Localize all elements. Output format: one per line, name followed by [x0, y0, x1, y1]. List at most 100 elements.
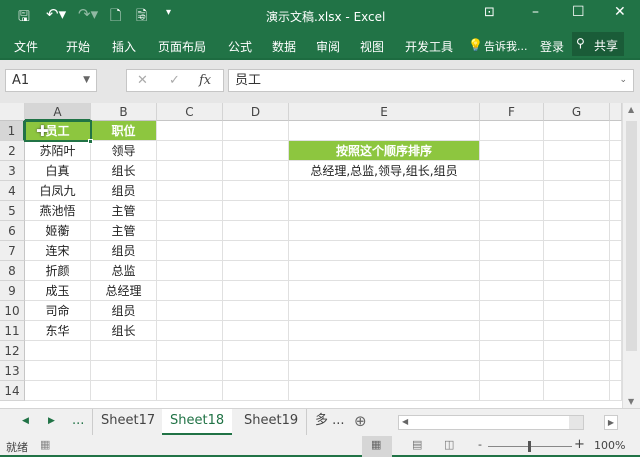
- cell[interactable]: [223, 201, 289, 221]
- maximize-icon[interactable]: ☐: [572, 4, 585, 20]
- save-icon[interactable]: 🖫: [18, 6, 30, 30]
- cell[interactable]: 姬蘅: [25, 221, 91, 241]
- login-button[interactable]: 登录: [540, 38, 564, 55]
- cell[interactable]: [544, 261, 610, 281]
- cell[interactable]: 组员: [91, 241, 157, 261]
- cell[interactable]: [289, 341, 480, 361]
- page-break-view-icon[interactable]: ◫: [444, 438, 454, 451]
- cell[interactable]: [25, 381, 91, 401]
- cell[interactable]: [544, 301, 610, 321]
- tab-review[interactable]: 审阅: [316, 38, 340, 55]
- cell[interactable]: [610, 221, 622, 241]
- row-header-6[interactable]: 6: [0, 221, 25, 241]
- cell[interactable]: [544, 241, 610, 261]
- scroll-up-icon[interactable]: ▲: [628, 105, 634, 114]
- zoom-slider-thumb[interactable]: [528, 441, 531, 452]
- row-header-4[interactable]: 4: [0, 181, 25, 201]
- cell[interactable]: [610, 121, 622, 141]
- cell[interactable]: [544, 121, 610, 141]
- expand-icon[interactable]: ⌄: [619, 70, 627, 91]
- cell[interactable]: [157, 201, 223, 221]
- cell[interactable]: [544, 321, 610, 341]
- horizontal-scrollbar[interactable]: ◀: [398, 415, 584, 430]
- zoom-in-button[interactable]: +: [574, 437, 585, 452]
- chevron-down-icon[interactable]: ▼: [83, 70, 90, 91]
- scroll-down-icon[interactable]: ▼: [628, 397, 634, 406]
- scroll-thumb[interactable]: [626, 121, 637, 351]
- tab-formulas[interactable]: 公式: [228, 38, 252, 55]
- tab-home[interactable]: 开始: [66, 38, 90, 55]
- cell[interactable]: [610, 161, 622, 181]
- cell[interactable]: [91, 341, 157, 361]
- cell[interactable]: [223, 121, 289, 141]
- cell[interactable]: [610, 341, 622, 361]
- ribbon-display-icon[interactable]: ⊡: [484, 5, 495, 20]
- tell-me-search[interactable]: 告诉我...: [484, 38, 528, 54]
- enter-icon[interactable]: ✓: [169, 70, 180, 91]
- column-header-d[interactable]: D: [223, 103, 289, 121]
- row-header-8[interactable]: 8: [0, 261, 25, 281]
- more-sheets-left[interactable]: ...: [64, 409, 92, 435]
- cell[interactable]: [289, 321, 480, 341]
- selected-cell-a1[interactable]: [24, 120, 92, 142]
- cell[interactable]: [289, 201, 480, 221]
- row-header-5[interactable]: 5: [0, 201, 25, 221]
- cell[interactable]: [480, 361, 544, 381]
- row-header-14[interactable]: 14: [0, 381, 25, 401]
- column-header-f[interactable]: F: [480, 103, 544, 121]
- share-button[interactable]: ⚲ 共享: [572, 32, 624, 56]
- cell[interactable]: [157, 301, 223, 321]
- cell[interactable]: [223, 281, 289, 301]
- cell[interactable]: [289, 361, 480, 381]
- normal-view-button[interactable]: ▦: [362, 436, 392, 457]
- name-box[interactable]: A1 ▼: [5, 69, 97, 92]
- cell[interactable]: [480, 241, 544, 261]
- cell[interactable]: [289, 181, 480, 201]
- cell[interactable]: 连宋: [25, 241, 91, 261]
- cell[interactable]: [289, 261, 480, 281]
- cell[interactable]: 东华: [25, 321, 91, 341]
- zoom-out-button[interactable]: -: [478, 438, 482, 451]
- cell[interactable]: [223, 341, 289, 361]
- cell[interactable]: [223, 261, 289, 281]
- column-header-b[interactable]: B: [91, 103, 157, 121]
- cell[interactable]: 组员: [91, 181, 157, 201]
- tab-sheet17[interactable]: Sheet17: [92, 409, 163, 435]
- cell[interactable]: [289, 381, 480, 401]
- cell[interactable]: [25, 361, 91, 381]
- cell[interactable]: [544, 281, 610, 301]
- insert-function-icon[interactable]: fx: [199, 70, 211, 91]
- row-header-3[interactable]: 3: [0, 161, 25, 181]
- cell[interactable]: 苏陌叶: [25, 141, 91, 161]
- cell[interactable]: [223, 161, 289, 181]
- add-sheet-icon[interactable]: ⊕: [346, 409, 375, 435]
- cell[interactable]: [610, 201, 622, 221]
- cell[interactable]: [544, 201, 610, 221]
- tab-sheet18[interactable]: Sheet18: [162, 409, 232, 435]
- cell[interactable]: 燕池悟: [25, 201, 91, 221]
- minimize-icon[interactable]: –: [532, 4, 539, 20]
- cell[interactable]: [610, 321, 622, 341]
- column-header-g[interactable]: G: [544, 103, 610, 121]
- column-header-partial[interactable]: [610, 103, 622, 121]
- cell[interactable]: [610, 301, 622, 321]
- column-header-e[interactable]: E: [289, 103, 480, 121]
- cell[interactable]: 主管: [91, 221, 157, 241]
- tab-sheet19[interactable]: Sheet19: [236, 409, 306, 435]
- cell[interactable]: 主管: [91, 201, 157, 221]
- cell[interactable]: [544, 181, 610, 201]
- cell[interactable]: [223, 321, 289, 341]
- cell[interactable]: [544, 161, 610, 181]
- cell[interactable]: [223, 221, 289, 241]
- cell[interactable]: [223, 301, 289, 321]
- cell[interactable]: [223, 361, 289, 381]
- cell[interactable]: [480, 381, 544, 401]
- row-header-1[interactable]: 1: [0, 121, 25, 141]
- tab-file[interactable]: 文件: [14, 38, 38, 55]
- cell[interactable]: [157, 181, 223, 201]
- cell[interactable]: [157, 261, 223, 281]
- cell[interactable]: [289, 241, 480, 261]
- cell[interactable]: 按照这个顺序排序: [289, 141, 480, 161]
- row-header-9[interactable]: 9: [0, 281, 25, 301]
- customize-toolbar-icon[interactable]: ▾: [166, 7, 171, 18]
